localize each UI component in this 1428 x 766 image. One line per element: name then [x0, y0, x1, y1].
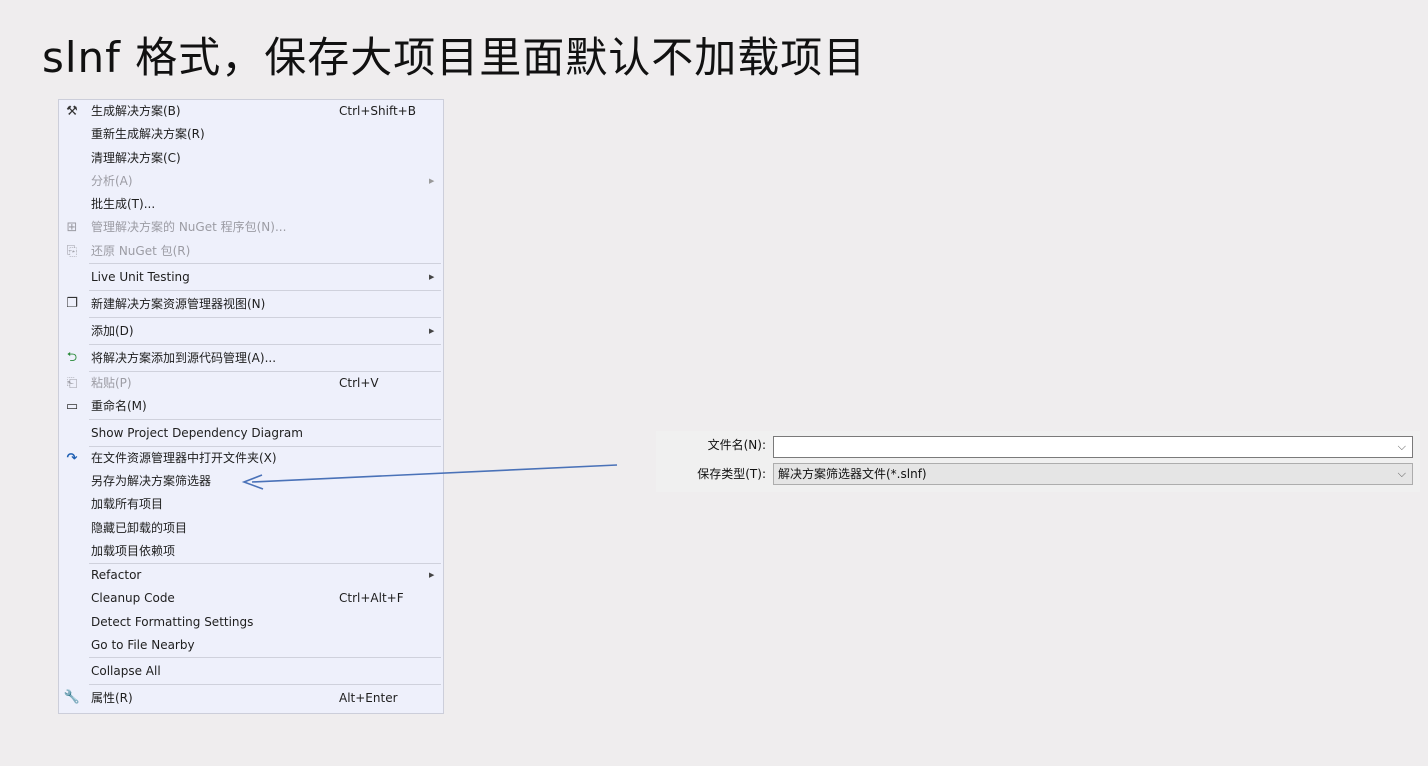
annotation-arrow — [241, 464, 618, 490]
filename-label: 文件名(N): — [707, 438, 766, 452]
save-dialog-fields: 文件名(N): ⌵ 保存类型(T): 解决方案筛选器文件(*.slnf) ⌵ — [656, 431, 1420, 492]
chevron-down-icon[interactable]: ⌵ — [1398, 464, 1406, 484]
filename-input[interactable]: ⌵ — [773, 436, 1413, 458]
filetype-label: 保存类型(T): — [697, 467, 766, 481]
filetype-select[interactable]: 解决方案筛选器文件(*.slnf) ⌵ — [773, 463, 1413, 485]
chevron-down-icon[interactable]: ⌵ — [1398, 437, 1406, 457]
